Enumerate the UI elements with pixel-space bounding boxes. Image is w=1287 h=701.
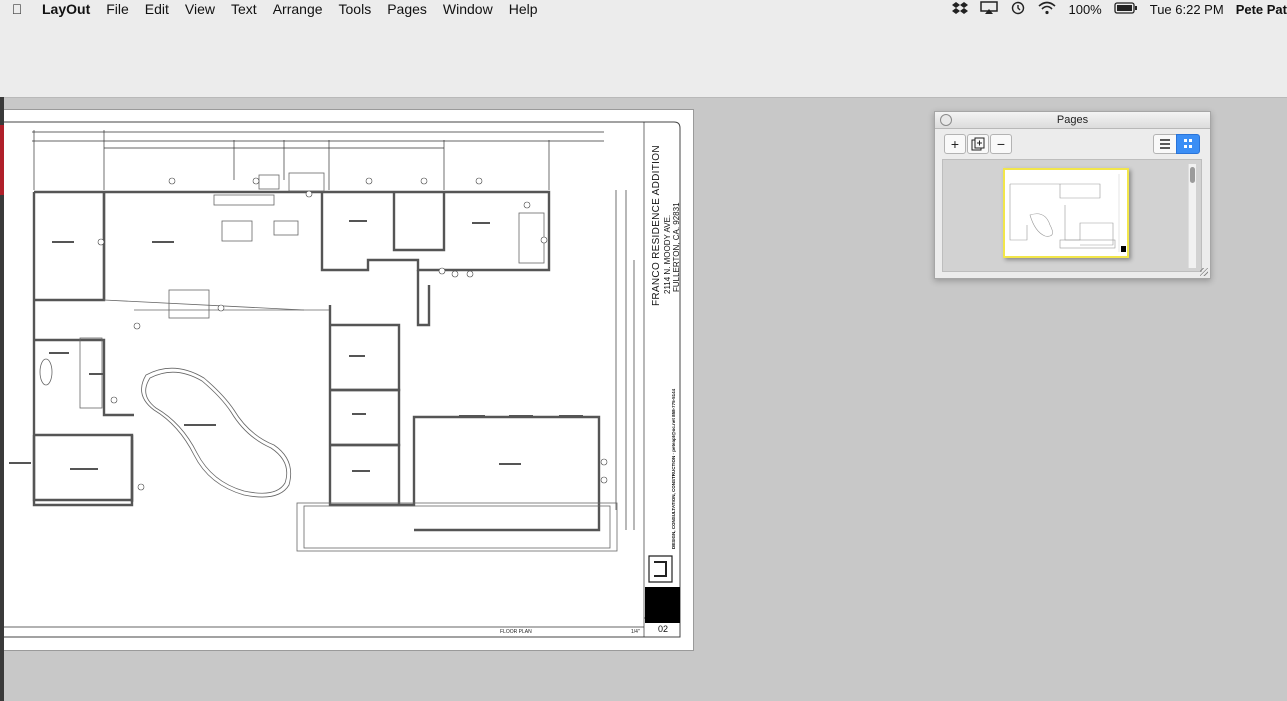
floor-plan-drawing xyxy=(4,121,681,638)
wifi-icon[interactable] xyxy=(1032,1,1062,18)
document-page[interactable]: FRANCO RESIDENCE ADDITION 2114 N. MOODY … xyxy=(4,109,694,651)
list-view-button[interactable] xyxy=(1153,134,1177,154)
dropbox-icon[interactable] xyxy=(946,1,974,18)
clock[interactable]: Tue 6:22 PM xyxy=(1144,2,1230,17)
battery-icon[interactable] xyxy=(1108,1,1144,17)
delete-page-button[interactable]: − xyxy=(990,134,1012,154)
page-thumbnails xyxy=(942,159,1202,272)
menu-window[interactable]: Window xyxy=(435,0,501,18)
duplicate-page-button[interactable] xyxy=(967,134,989,154)
airplay-icon[interactable] xyxy=(974,0,1004,18)
project-address: 2114 N. MOODY AVE. xyxy=(663,214,672,294)
menubar:  LayOut File Edit View Text Arrange Too… xyxy=(0,0,1287,18)
project-title: FRANCO RESIDENCE ADDITION xyxy=(651,145,662,306)
thumbnail-view-button[interactable] xyxy=(1176,134,1200,154)
duplicate-icon xyxy=(971,137,985,151)
title-block: FRANCO RESIDENCE ADDITION 2114 N. MOODY … xyxy=(646,124,681,635)
project-city: FULLERTON, CA. 92831 xyxy=(672,202,681,292)
sheet-label: FLOOR PLAN xyxy=(500,629,532,635)
battery-percent[interactable]: 100% xyxy=(1062,2,1107,17)
sheet-number: 02 xyxy=(658,624,669,634)
pages-panel: Pages + − xyxy=(934,111,1211,279)
grid-view-icon xyxy=(1184,139,1192,148)
apple-menu-icon[interactable]:  xyxy=(0,1,34,17)
firm-info: DESIGN, CONSULTATION, CONSTRUCTION · pet… xyxy=(671,388,676,549)
menu-edit[interactable]: Edit xyxy=(137,0,177,18)
pages-panel-titlebar[interactable]: Pages xyxy=(935,112,1210,129)
menu-text[interactable]: Text xyxy=(223,0,265,18)
page-thumbnail-preview xyxy=(1009,174,1126,252)
menu-app-layout[interactable]: LayOut xyxy=(34,0,98,18)
page-thumbnail[interactable] xyxy=(1003,168,1129,258)
menu-file[interactable]: File xyxy=(98,0,137,18)
status-area: 100% Tue 6:22 PM Pete Pat xyxy=(946,0,1287,18)
list-view-icon xyxy=(1160,139,1170,149)
time-machine-icon[interactable] xyxy=(1004,1,1032,18)
close-panel-button[interactable] xyxy=(940,114,952,126)
menu-arrange[interactable]: Arrange xyxy=(265,0,331,18)
user-name[interactable]: Pete Pat xyxy=(1230,2,1287,17)
resize-grip-icon[interactable] xyxy=(1200,268,1208,276)
menu-help[interactable]: Help xyxy=(501,0,546,18)
menu-tools[interactable]: Tools xyxy=(331,0,380,18)
add-page-button[interactable]: + xyxy=(944,134,966,154)
menu-pages[interactable]: Pages xyxy=(379,0,435,18)
pages-panel-title: Pages xyxy=(1056,114,1089,126)
toolbar xyxy=(0,18,1287,98)
thumbnails-scrollbar[interactable] xyxy=(1188,164,1196,268)
scale-label: 1/4" xyxy=(631,629,640,635)
menu-view[interactable]: View xyxy=(177,0,223,18)
